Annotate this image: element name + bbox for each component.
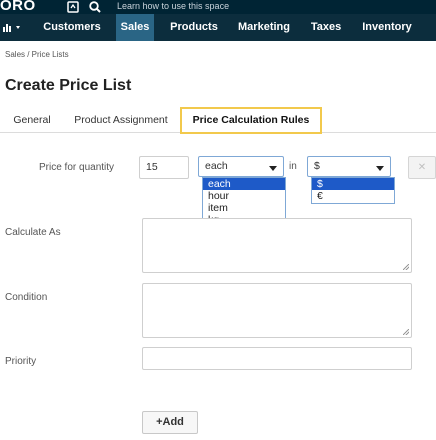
tab-price-calculation-rules[interactable]: Price Calculation Rules <box>180 107 322 134</box>
condition-textarea[interactable] <box>142 283 412 338</box>
chevron-down-icon <box>376 166 384 171</box>
price-for-quantity-label: Price for quantity <box>39 162 115 173</box>
menu-marketing[interactable]: Marketing <box>232 14 296 41</box>
unit-option-each[interactable]: each <box>203 178 285 190</box>
resize-handle-icon[interactable] <box>403 264 409 270</box>
dashboard-icon <box>3 24 20 33</box>
remove-row-button[interactable]: ✕ <box>408 156 436 179</box>
top-header: ORO Learn how to use this space <box>0 0 436 14</box>
menu-sales[interactable]: Sales <box>116 14 154 41</box>
add-rule-button[interactable]: +Add <box>142 411 198 434</box>
unit-select-value: each <box>205 160 228 172</box>
in-label: in <box>289 161 297 172</box>
menu-inventory[interactable]: Inventory <box>356 14 418 41</box>
resize-handle-icon[interactable] <box>403 329 409 335</box>
page-title: Create Price List <box>5 77 132 94</box>
chevron-down-icon <box>269 166 277 171</box>
currency-select[interactable]: $ <box>307 156 391 177</box>
condition-label: Condition <box>5 292 48 303</box>
currency-option-eur[interactable]: € <box>312 190 394 202</box>
app-logo[interactable]: ORO <box>0 0 36 14</box>
priority-label: Priority <box>5 356 37 367</box>
unit-select[interactable]: each <box>198 156 284 177</box>
menu-customers[interactable]: Customers <box>36 14 108 41</box>
currency-select-value: $ <box>314 160 320 172</box>
unit-option-item[interactable]: item <box>203 202 285 214</box>
tab-general[interactable]: General <box>4 107 60 133</box>
currency-option-usd[interactable]: $ <box>312 178 394 190</box>
search-icon[interactable] <box>88 0 102 14</box>
currency-dropdown-list[interactable]: $ € <box>311 177 395 204</box>
unit-option-hour[interactable]: hour <box>203 190 285 202</box>
help-link[interactable]: Learn how to use this space <box>117 1 229 11</box>
menu-products[interactable]: Products <box>164 14 224 41</box>
calculate-as-textarea[interactable] <box>142 218 412 273</box>
priority-input[interactable] <box>142 347 412 370</box>
tab-product-assignment[interactable]: Product Assignment <box>66 107 176 133</box>
breadcrumb: Sales / Price Lists <box>5 50 69 59</box>
tab-bar: General Product Assignment Price Calcula… <box>0 107 436 134</box>
menu-taxes[interactable]: Taxes <box>304 14 348 41</box>
calculate-as-label: Calculate As <box>5 227 61 238</box>
bookmark-icon[interactable] <box>66 0 80 14</box>
quantity-input[interactable]: 15 <box>139 156 189 179</box>
main-menu: Customers Sales Products Marketing Taxes… <box>0 14 436 41</box>
dashboard-menu[interactable] <box>3 14 25 41</box>
